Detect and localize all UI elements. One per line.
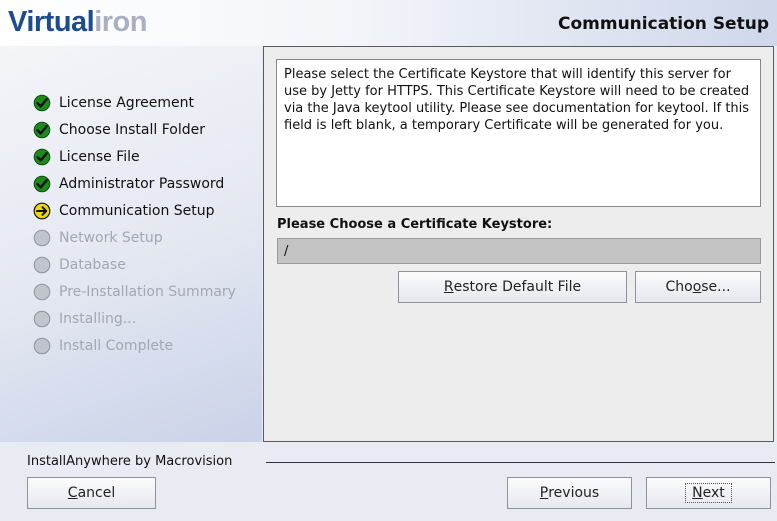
checkmark-icon xyxy=(33,94,51,111)
step-label: License File xyxy=(59,148,140,165)
step-item: License Agreement xyxy=(33,89,236,116)
empty-circle-icon xyxy=(33,310,51,327)
steps-panel: License Agreement Choose Install Folder Li… xyxy=(0,46,262,442)
next-button[interactable]: Next xyxy=(646,477,771,509)
virtualiron-logo: Virtualiron xyxy=(8,6,147,38)
step-label: Install Complete xyxy=(59,337,174,354)
step-label: Administrator Password xyxy=(59,175,225,192)
vendor-label: InstallAnywhere by Macrovision xyxy=(27,454,233,469)
step-item: License File xyxy=(33,143,236,170)
checkmark-icon xyxy=(33,148,51,165)
step-item: Administrator Password xyxy=(33,170,236,197)
content-panel: Please select the Certificate Keystore t… xyxy=(263,46,774,442)
installer-header: Virtualiron Communication Setup xyxy=(0,0,777,46)
step-label: Pre-Installation Summary xyxy=(59,283,236,300)
step-label: Network Setup xyxy=(59,229,163,246)
step-item: Network Setup xyxy=(33,224,236,251)
step-item: Installing... xyxy=(33,305,236,332)
step-label: Choose Install Folder xyxy=(59,121,205,138)
empty-circle-icon xyxy=(33,229,51,246)
previous-button[interactable]: Previous xyxy=(507,477,632,509)
checkmark-icon xyxy=(33,175,51,192)
choose-button[interactable]: Cho o se... xyxy=(635,271,761,303)
empty-circle-icon xyxy=(33,337,51,354)
keystore-path-input[interactable] xyxy=(277,238,761,264)
step-label: Database xyxy=(59,256,126,273)
step-item: Communication Setup xyxy=(33,197,236,224)
step-item: Pre-Installation Summary xyxy=(33,278,236,305)
keystore-field-label: Please Choose a Certificate Keystore: xyxy=(277,217,553,232)
description-text: Please select the Certificate Keystore t… xyxy=(276,59,761,207)
divider xyxy=(266,462,775,463)
empty-circle-icon xyxy=(33,283,51,300)
step-item: Choose Install Folder xyxy=(33,116,236,143)
step-item: Install Complete xyxy=(33,332,236,359)
arrow-right-icon xyxy=(33,202,51,219)
steps-list: License Agreement Choose Install Folder Li… xyxy=(33,89,236,359)
step-title: Communication Setup xyxy=(558,14,769,34)
next-focus-ring: Next xyxy=(685,483,732,503)
empty-circle-icon xyxy=(33,256,51,273)
step-item: Database xyxy=(33,251,236,278)
step-label: Installing... xyxy=(59,310,137,327)
step-label: Communication Setup xyxy=(59,202,215,219)
step-label: License Agreement xyxy=(59,94,194,111)
restore-default-file-button[interactable]: Restore Default File xyxy=(398,271,627,303)
cancel-button[interactable]: Cancel xyxy=(27,477,156,509)
checkmark-icon xyxy=(33,121,51,138)
